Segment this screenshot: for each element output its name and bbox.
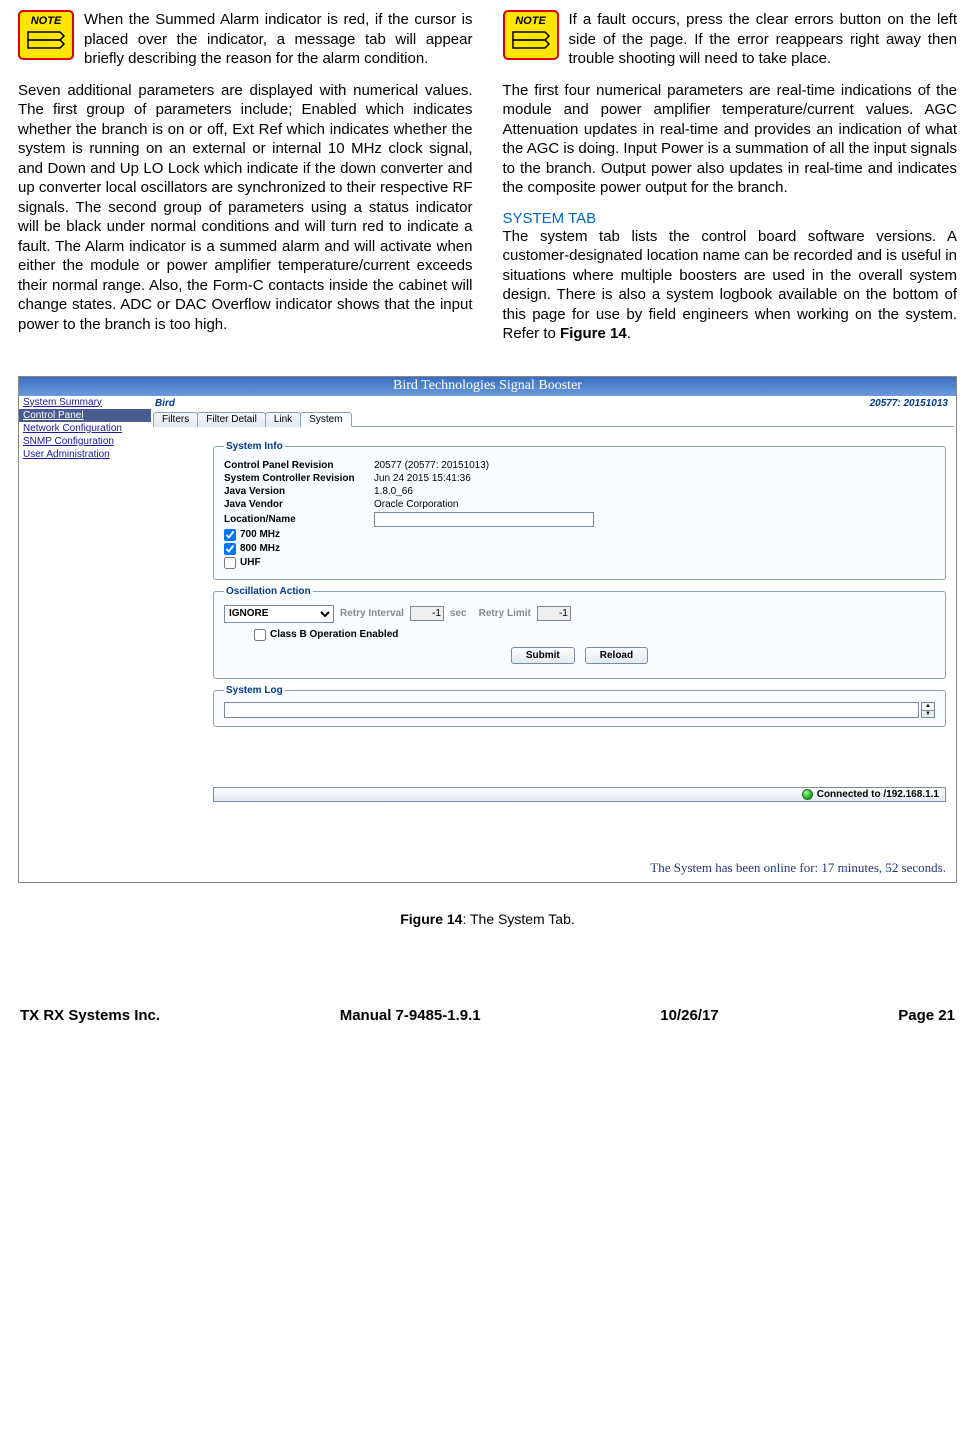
- freq-label: 700 MHz: [240, 529, 280, 540]
- retry-limit-input[interactable]: [537, 606, 571, 621]
- note-right: NOTE If a fault occurs, press the clear …: [503, 10, 958, 69]
- info-value: Jun 24 2015 15:41:36: [374, 473, 935, 484]
- system-log-fieldset: System Log ▲ ▼: [213, 685, 946, 727]
- left-column: NOTE When the Summed Alarm indicator is …: [18, 10, 473, 356]
- info-key: System Controller Revision: [224, 473, 374, 484]
- class-b-row: Class B Operation Enabled: [254, 629, 935, 641]
- app-title-bar: Bird Technologies Signal Booster: [19, 377, 956, 396]
- info-key: Control Panel Revision: [224, 460, 374, 471]
- brand-row: Bird 20577: 20151013: [153, 398, 954, 411]
- freq-label: UHF: [240, 557, 261, 568]
- oscillation-fieldset: Oscillation Action IGNORE Retry Interval…: [213, 586, 946, 679]
- class-b-label: Class B Operation Enabled: [270, 629, 398, 640]
- location-label: Location/Name: [224, 514, 374, 525]
- sidebar-item[interactable]: System Summary: [19, 396, 151, 409]
- reload-button[interactable]: Reload: [585, 647, 648, 664]
- app-body: System SummaryControl PanelNetwork Confi…: [19, 396, 956, 856]
- pencil-icon: [26, 28, 66, 50]
- location-row: Location/Name: [224, 512, 935, 527]
- freq-checkbox[interactable]: [224, 543, 236, 555]
- right-paragraph-1: The first four numerical parameters are …: [503, 81, 958, 198]
- tab-link[interactable]: Link: [265, 412, 301, 427]
- version-tag: 20577: 20151013: [870, 398, 948, 409]
- freq-checkbox[interactable]: [224, 557, 236, 569]
- right-paragraph-2: The system tab lists the control board s…: [503, 227, 958, 344]
- tabs: FiltersFilter DetailLinkSystem: [153, 411, 954, 427]
- note-icon: NOTE: [503, 10, 559, 60]
- figure-caption: Figure 14: The System Tab.: [18, 911, 957, 927]
- freq-checkbox[interactable]: [224, 529, 236, 541]
- info-value: Oracle Corporation: [374, 499, 935, 510]
- figure-caption-text: : The System Tab.: [462, 911, 574, 927]
- location-input[interactable]: [374, 512, 594, 527]
- figure-caption-label: Figure 14: [400, 911, 462, 927]
- oscillation-legend: Oscillation Action: [224, 586, 313, 597]
- sidebar-item[interactable]: Control Panel: [19, 409, 151, 422]
- info-row: Control Panel Revision20577 (20577: 2015…: [224, 460, 935, 471]
- system-tab-heading: SYSTEM TAB: [503, 210, 958, 227]
- system-log-spinner[interactable]: ▲ ▼: [921, 702, 935, 718]
- info-key: Java Version: [224, 486, 374, 497]
- freq-check-row: 800 MHz: [224, 543, 935, 555]
- text-columns: NOTE When the Summed Alarm indicator is …: [18, 10, 957, 356]
- freq-check-row: 700 MHz: [224, 529, 935, 541]
- figure-ref: Figure 14: [560, 325, 627, 342]
- spinner-up-icon[interactable]: ▲: [922, 703, 934, 711]
- page-footer: TX RX Systems Inc. Manual 7-9485-1.9.1 1…: [18, 1007, 957, 1030]
- tab-filters[interactable]: Filters: [153, 412, 198, 427]
- sidebar-item[interactable]: SNMP Configuration: [19, 435, 151, 448]
- retry-interval-unit: sec: [450, 608, 467, 619]
- brand-name: Bird: [155, 398, 175, 409]
- info-row: Java VendorOracle Corporation: [224, 499, 935, 510]
- note-label: NOTE: [515, 15, 546, 27]
- tab-filter-detail[interactable]: Filter Detail: [197, 412, 266, 427]
- system-panel: System Info Control Panel Revision20577 …: [153, 427, 954, 856]
- system-log-input[interactable]: [224, 702, 919, 718]
- spinner-down-icon[interactable]: ▼: [922, 711, 934, 718]
- footer-date: 10/26/17: [660, 1007, 718, 1024]
- footer-company: TX RX Systems Inc.: [20, 1007, 160, 1024]
- sidebar-item[interactable]: User Administration: [19, 448, 151, 461]
- button-row: Submit Reload: [224, 647, 935, 664]
- class-b-checkbox[interactable]: [254, 629, 266, 641]
- freq-label: 800 MHz: [240, 543, 280, 554]
- info-value: 1.8.0_66: [374, 486, 935, 497]
- footer-page: Page 21: [898, 1007, 955, 1024]
- system-info-legend: System Info: [224, 441, 285, 452]
- note-label: NOTE: [31, 15, 62, 27]
- note-left-text: When the Summed Alarm indicator is red, …: [84, 10, 473, 69]
- info-value: 20577 (20577: 20151013): [374, 460, 935, 471]
- uptime-text: The System has been online for: 17 minut…: [19, 856, 956, 882]
- figure-14: Bird Technologies Signal Booster System …: [18, 376, 957, 883]
- retry-limit-label: Retry Limit: [479, 608, 531, 619]
- retry-interval-input[interactable]: [410, 606, 444, 621]
- note-left: NOTE When the Summed Alarm indicator is …: [18, 10, 473, 69]
- info-row: System Controller RevisionJun 24 2015 15…: [224, 473, 935, 484]
- note-icon: NOTE: [18, 10, 74, 60]
- submit-button[interactable]: Submit: [511, 647, 575, 664]
- info-row: Java Version1.8.0_66: [224, 486, 935, 497]
- status-bar: Connected to /192.168.1.1: [213, 787, 946, 802]
- sidebar-item[interactable]: Network Configuration: [19, 422, 151, 435]
- info-key: Java Vendor: [224, 499, 374, 510]
- app-sidebar: System SummaryControl PanelNetwork Confi…: [19, 396, 151, 856]
- left-paragraph: Seven additional parameters are displaye…: [18, 81, 473, 335]
- note-right-text: If a fault occurs, press the clear error…: [569, 10, 958, 69]
- status-led-icon: [802, 789, 813, 800]
- system-log-row: ▲ ▼: [224, 702, 935, 718]
- system-info-fieldset: System Info Control Panel Revision20577 …: [213, 441, 946, 580]
- tab-system[interactable]: System: [300, 412, 351, 427]
- app-main: Bird 20577: 20151013 FiltersFilter Detai…: [151, 396, 956, 856]
- status-text: Connected to /192.168.1.1: [817, 789, 939, 800]
- system-log-legend: System Log: [224, 685, 285, 696]
- pencil-icon: [511, 28, 551, 50]
- footer-manual: Manual 7-9485-1.9.1: [340, 1007, 481, 1024]
- right-column: NOTE If a fault occurs, press the clear …: [503, 10, 958, 356]
- freq-check-row: UHF: [224, 557, 935, 569]
- oscillation-row: IGNORE Retry Interval sec Retry Limit: [224, 605, 935, 623]
- oscillation-mode-select[interactable]: IGNORE: [224, 605, 334, 623]
- retry-interval-label: Retry Interval: [340, 608, 404, 619]
